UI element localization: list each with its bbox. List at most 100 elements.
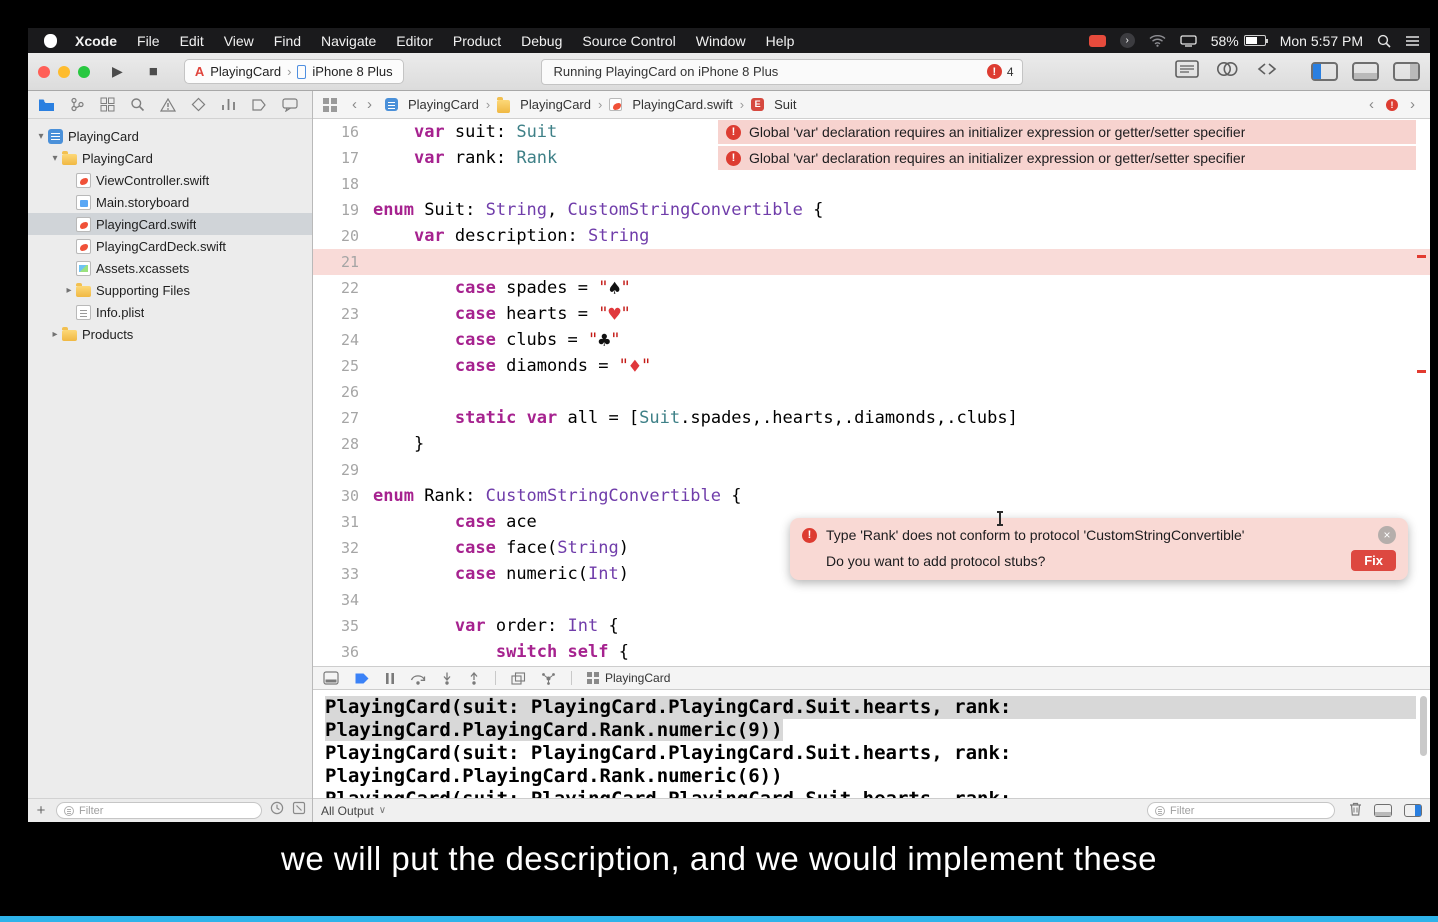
issue-navigator-icon[interactable] — [160, 97, 176, 112]
console-line[interactable]: PlayingCard.PlayingCard.Rank.numeric(6)) — [325, 765, 1430, 788]
breadcrumb-playingcard[interactable]: PlayingCard — [385, 97, 479, 112]
code-line-24[interactable]: 24 case clubs = "♣" — [313, 327, 1430, 353]
menu-view[interactable]: View — [214, 33, 264, 49]
video-progress-bar[interactable] — [0, 916, 1438, 922]
code-line-36[interactable]: 36 switch self { — [313, 639, 1430, 665]
file-row-playingcard-swift[interactable]: PlayingCard.swift — [28, 213, 312, 235]
toggle-variables-view-button[interactable] — [1374, 804, 1392, 817]
toggle-navigator-button[interactable] — [1311, 62, 1338, 81]
project-navigator-icon[interactable] — [38, 98, 55, 112]
apple-icon[interactable] — [44, 33, 57, 48]
code-line-19[interactable]: 19 enum Suit: String, CustomStringConvert… — [313, 197, 1430, 223]
menu-clock[interactable]: Mon 5:57 PM — [1280, 33, 1363, 49]
console-output[interactable]: PlayingCard(suit: PlayingCard.PlayingCar… — [313, 690, 1430, 798]
source-control-navigator-icon[interactable] — [70, 97, 85, 112]
version-editor-icon[interactable] — [1255, 60, 1279, 83]
file-row-playingcard[interactable]: ▾ PlayingCard — [28, 125, 312, 147]
recent-files-icon[interactable] — [270, 801, 284, 820]
memory-graph-icon[interactable] — [541, 672, 556, 685]
disclosure-closed-icon[interactable]: ▸ — [48, 329, 62, 340]
report-navigator-icon[interactable] — [282, 97, 298, 112]
code-line-34[interactable]: 34 — [313, 587, 1430, 613]
menu-product[interactable]: Product — [443, 33, 511, 49]
menu-window[interactable]: Window — [686, 33, 756, 49]
find-navigator-icon[interactable] — [130, 97, 145, 112]
disclosure-open-icon[interactable]: ▾ — [48, 153, 62, 164]
display-mirroring-icon[interactable] — [1180, 34, 1197, 47]
console-line[interactable]: PlayingCard(suit: PlayingCard.PlayingCar… — [325, 788, 1430, 798]
stop-button[interactable]: ■ — [149, 63, 158, 80]
spotlight-search-icon[interactable] — [1377, 34, 1391, 48]
minimize-window-button[interactable] — [58, 65, 70, 78]
source-editor[interactable]: 16 var suit: Suit! Global 'var' declarati… — [313, 119, 1430, 666]
navigator-filter-input[interactable]: Filter — [56, 802, 262, 819]
symbol-navigator-icon[interactable] — [100, 97, 115, 112]
code-line-22[interactable]: 22 case spades = "♠" — [313, 275, 1430, 301]
hide-debug-area-icon[interactable] — [323, 671, 339, 685]
code-line-17[interactable]: 17 var rank: Rank! Global 'var' declarati… — [313, 145, 1430, 171]
pause-icon[interactable] — [385, 672, 395, 685]
add-file-button[interactable]: + — [34, 802, 48, 819]
code-line-29[interactable]: 29 — [313, 457, 1430, 483]
code-line-20[interactable]: 20 var description: String — [313, 223, 1430, 249]
menu-help[interactable]: Help — [756, 33, 805, 49]
menu-find[interactable]: Find — [264, 33, 311, 49]
debug-navigator-icon[interactable] — [221, 97, 236, 112]
toggle-debug-area-button[interactable] — [1352, 62, 1379, 81]
output-filter-dropdown[interactable]: All Output — [321, 804, 374, 818]
code-line-26[interactable]: 26 — [313, 379, 1430, 405]
console-line[interactable]: PlayingCard.PlayingCard.Rank.numeric(9)) — [325, 719, 1430, 742]
code-line-25[interactable]: 25 case diamonds = "♦" — [313, 353, 1430, 379]
file-row-playingcarddeck-swift[interactable]: PlayingCardDeck.swift — [28, 235, 312, 257]
breadcrumb-playingcard[interactable]: PlayingCard — [497, 96, 591, 113]
back-button[interactable]: ‹ — [347, 96, 362, 113]
unsaved-files-icon[interactable] — [292, 801, 306, 820]
console-line[interactable]: PlayingCard(suit: PlayingCard.PlayingCar… — [325, 696, 1416, 719]
battery-indicator[interactable]: 58% — [1211, 33, 1268, 49]
step-over-icon[interactable] — [410, 672, 426, 685]
file-row-assets-xcassets[interactable]: Assets.xcassets — [28, 257, 312, 279]
zoom-window-button[interactable] — [78, 65, 90, 78]
breakpoints-toggle-icon[interactable] — [354, 672, 370, 685]
wifi-icon[interactable] — [1149, 34, 1166, 47]
breakpoint-navigator-icon[interactable] — [251, 98, 267, 112]
view-debugger-icon[interactable] — [511, 671, 526, 685]
error-count-icon[interactable]: ! — [986, 64, 1002, 79]
record-badge-icon[interactable] — [1088, 34, 1106, 47]
code-line-21[interactable]: 21 — [313, 249, 1430, 275]
disclosure-closed-icon[interactable]: ▸ — [62, 285, 76, 296]
menu-xcode[interactable]: Xcode — [65, 33, 127, 49]
disclosure-open-icon[interactable]: ▾ — [34, 131, 48, 142]
process-chip[interactable]: PlayingCard — [587, 671, 670, 685]
toggle-console-view-button[interactable] — [1404, 804, 1422, 817]
fix-button[interactable]: Fix — [1351, 550, 1396, 571]
notification-center-icon[interactable] — [1405, 35, 1420, 47]
code-line-16[interactable]: 16 var suit: Suit! Global 'var' declarati… — [313, 119, 1430, 145]
scheme-selector[interactable]: A PlayingCard › iPhone 8 Plus — [183, 59, 404, 84]
toggle-inspectors-button[interactable] — [1393, 62, 1420, 81]
step-into-icon[interactable] — [441, 672, 453, 685]
previous-issue-button[interactable]: ‹ — [1364, 96, 1379, 113]
trash-icon[interactable] — [1349, 802, 1362, 819]
close-icon[interactable]: × — [1378, 526, 1396, 544]
menu-navigate[interactable]: Navigate — [311, 33, 386, 49]
step-out-icon[interactable] — [468, 671, 480, 685]
code-line-18[interactable]: 18 — [313, 171, 1430, 197]
close-window-button[interactable] — [38, 65, 50, 78]
assistant-editor-icon[interactable] — [1215, 60, 1239, 83]
standard-editor-icon[interactable] — [1175, 60, 1199, 83]
code-line-28[interactable]: 28 } — [313, 431, 1430, 457]
code-line-27[interactable]: 27 static var all = [Suit.spades,.hearts… — [313, 405, 1430, 431]
file-row-products[interactable]: ▸ Products — [28, 323, 312, 345]
menu-file[interactable]: File — [127, 33, 170, 49]
file-row-playingcard[interactable]: ▾ PlayingCard — [28, 147, 312, 169]
play-badge-icon[interactable]: › — [1119, 33, 1135, 48]
breadcrumb-playingcard-swift[interactable]: PlayingCard.swift — [609, 97, 733, 112]
forward-button[interactable]: › — [362, 96, 377, 113]
menu-source-control[interactable]: Source Control — [572, 33, 685, 49]
test-navigator-icon[interactable] — [191, 97, 206, 112]
next-issue-button[interactable]: › — [1405, 96, 1420, 113]
breadcrumb-suit[interactable]: E Suit — [751, 97, 797, 112]
code-line-35[interactable]: 35 var order: Int { — [313, 613, 1430, 639]
console-line[interactable]: PlayingCard(suit: PlayingCard.PlayingCar… — [325, 742, 1430, 765]
